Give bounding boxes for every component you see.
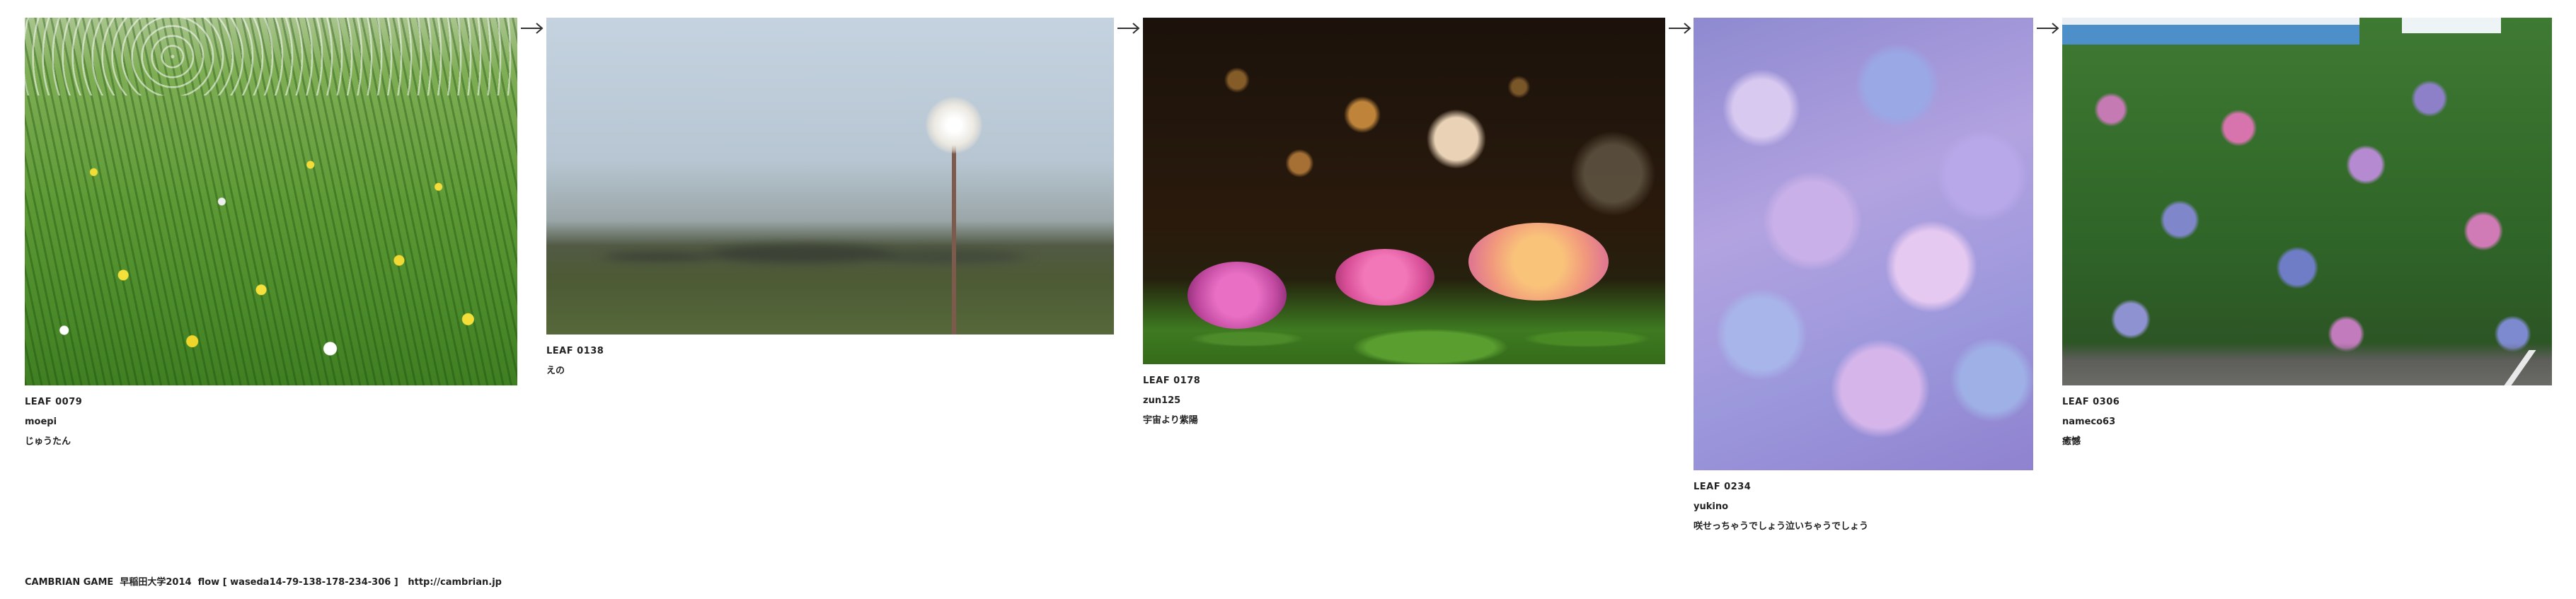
- photo-dandelion-puff: [926, 97, 982, 153]
- photo-flower-pink: [1335, 249, 1434, 306]
- leaf-meta: LEAF 0178 zun125 宇宙より紫陽: [1143, 371, 1665, 431]
- leaf-photo-hydrangea-closeup[interactable]: [1694, 18, 2033, 470]
- footer-link[interactable]: http://cambrian.jp: [408, 577, 502, 588]
- leaf-card-0178[interactable]: LEAF 0178 zun125 宇宙より紫陽: [1143, 18, 1665, 431]
- leaf-card-0138[interactable]: LEAF 0138 えの: [546, 18, 1114, 381]
- leaf-photo-dandelion-meadow[interactable]: [25, 18, 517, 385]
- leaf-id: LEAF 0079: [25, 397, 83, 407]
- leaf-user[interactable]: nameco63: [2062, 412, 2552, 432]
- arrow-right-icon: [2036, 21, 2060, 35]
- leaf-photo-hydrangea-bokeh[interactable]: [1143, 18, 1665, 364]
- leaf-id: LEAF 0178: [1143, 376, 1201, 386]
- leaf-photo-hydrangea-bushes[interactable]: [2062, 18, 2552, 385]
- arrow-right-icon: [520, 21, 544, 35]
- photo-sky: [2402, 18, 2501, 33]
- leaf-user[interactable]: えの: [546, 361, 1114, 381]
- leaf-id: LEAF 0138: [546, 346, 604, 356]
- leaf-title: 宇宙より紫陽: [1143, 415, 1198, 426]
- leaf-card-0079[interactable]: LEAF 0079 moepi じゅうたん: [25, 18, 517, 452]
- leaf-meta: LEAF 0234 yukino 咲せっちゃうでしょう泣いちゃうでしょう: [1694, 477, 2033, 537]
- leaf-id: LEAF 0306: [2062, 397, 2120, 407]
- footer-text: CAMBRIAN GAME 早稲田大学2014 flow [ waseda14-…: [25, 577, 408, 588]
- photo-building: [2062, 18, 2359, 45]
- leaf-user[interactable]: zun125: [1143, 391, 1665, 411]
- photo-road: [2062, 343, 2552, 385]
- leaf-id: LEAF 0234: [1694, 482, 1752, 492]
- leaf-user[interactable]: moepi: [25, 412, 517, 432]
- arrow-right-icon: [1117, 21, 1141, 35]
- leaf-card-0234[interactable]: LEAF 0234 yukino 咲せっちゃうでしょう泣いちゃうでしょう: [1694, 18, 2033, 537]
- leaf-meta: LEAF 0306 nameco63 癒憾: [2062, 392, 2552, 452]
- leaf-title: 癒憾: [2062, 436, 2081, 447]
- leaf-title: 咲せっちゃうでしょう泣いちゃうでしょう: [1694, 521, 1869, 532]
- leaf-meta: LEAF 0138 えの: [546, 342, 1114, 381]
- leaf-meta: LEAF 0079 moepi じゅうたん: [25, 392, 517, 452]
- leaf-user[interactable]: yukino: [1694, 497, 2033, 517]
- footer: CAMBRIAN GAME 早稲田大学2014 flow [ waseda14-…: [25, 574, 502, 588]
- photo-trees: [546, 223, 1114, 279]
- photo-flower-peach: [1468, 223, 1609, 301]
- leaf-photo-lone-dandelion[interactable]: [546, 18, 1114, 335]
- leaf-card-0306[interactable]: LEAF 0306 nameco63 癒憾: [2062, 18, 2552, 452]
- arrow-right-icon: [1668, 21, 1692, 35]
- photo-flower-magenta: [1188, 262, 1287, 329]
- leaf-title: じゅうたん: [25, 436, 71, 447]
